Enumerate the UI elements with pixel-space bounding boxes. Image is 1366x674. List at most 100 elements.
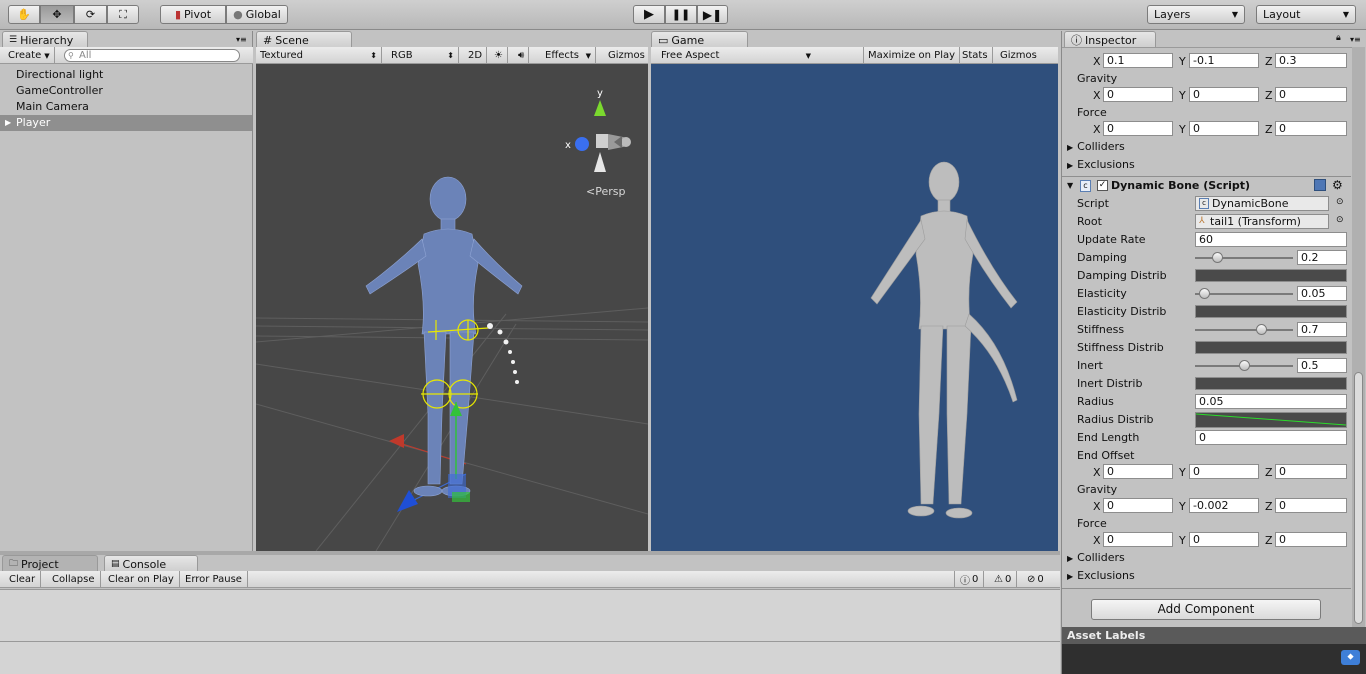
- script-field[interactable]: c DynamicBone: [1195, 196, 1329, 211]
- force-z-field[interactable]: 0: [1275, 532, 1347, 547]
- tab-hierarchy[interactable]: ☰ Hierarchy: [2, 31, 88, 47]
- render-mode-dropdown[interactable]: RGB ⬍: [387, 47, 459, 64]
- stiffness-distrib-curve[interactable]: [1195, 341, 1347, 354]
- clear-button[interactable]: Clear: [4, 571, 42, 587]
- end-offset-z-field[interactable]: 0: [1275, 464, 1347, 479]
- game-gizmos-dropdown[interactable]: Gizmos: [996, 47, 1041, 64]
- plane-handle[interactable]: [452, 492, 470, 502]
- top-end-offset-y-field[interactable]: -0.1: [1189, 53, 1259, 68]
- top-end-offset-x-field[interactable]: 0.1: [1103, 53, 1173, 68]
- persp-label[interactable]: <Persp: [586, 185, 625, 198]
- lighting-toggle[interactable]: ☀: [490, 47, 508, 64]
- object-picker-icon[interactable]: ⊙: [1336, 197, 1344, 207]
- slider-knob[interactable]: [1238, 360, 1250, 371]
- stiffness-field[interactable]: 0.7: [1297, 322, 1347, 337]
- tag-icon[interactable]: ⬥: [1341, 650, 1360, 665]
- maximize-on-play-toggle[interactable]: Maximize on Play: [863, 47, 961, 64]
- hierarchy-item-main-camera[interactable]: Main Camera: [0, 99, 252, 115]
- hierarchy-item-player[interactable]: ▶ Player: [0, 115, 252, 131]
- error-filter-toggle[interactable]: ⊘ 0: [1022, 571, 1049, 587]
- inspector-scrollbar[interactable]: [1352, 47, 1365, 643]
- scale-tool-button[interactable]: ⛶: [107, 5, 139, 24]
- tab-game[interactable]: ▭ Game: [651, 31, 748, 47]
- top-force-z-field[interactable]: 0: [1275, 121, 1347, 136]
- layout-dropdown[interactable]: Layout ▼: [1256, 5, 1356, 24]
- elasticity-field[interactable]: 0.05: [1297, 286, 1347, 301]
- info-filter-toggle[interactable]: ⓘ 0: [954, 571, 985, 587]
- radius-field[interactable]: 0.05: [1195, 394, 1347, 409]
- enabled-checkbox[interactable]: ✓: [1097, 180, 1108, 191]
- collapse-toggle[interactable]: Collapse: [47, 571, 101, 587]
- damping-field[interactable]: 0.2: [1297, 250, 1347, 265]
- console-log-area[interactable]: [0, 589, 1060, 641]
- inert-distrib-curve[interactable]: [1195, 377, 1347, 390]
- component-header[interactable]: ▼ c ✓ Dynamic Bone (Script) ⚙: [1062, 178, 1351, 196]
- end-offset-y-field[interactable]: 0: [1189, 464, 1259, 479]
- rotate-tool-button[interactable]: ⟳: [74, 5, 107, 24]
- help-icon[interactable]: [1314, 179, 1326, 191]
- global-toggle[interactable]: ● Global: [226, 5, 288, 24]
- elasticity-slider[interactable]: [1195, 285, 1293, 303]
- search-input[interactable]: ⚲ All: [64, 49, 240, 62]
- top-gravity-y-field[interactable]: 0: [1189, 87, 1259, 102]
- orientation-gizmo[interactable]: y x: [565, 88, 631, 172]
- radius-distrib-curve[interactable]: [1195, 412, 1347, 428]
- end-offset-x-field[interactable]: 0: [1103, 464, 1173, 479]
- top-force-y-field[interactable]: 0: [1189, 121, 1259, 136]
- top-gravity-z-field[interactable]: 0: [1275, 87, 1347, 102]
- slider-knob[interactable]: [1255, 324, 1267, 335]
- add-component-button[interactable]: Add Component: [1091, 599, 1321, 620]
- slider-knob[interactable]: [1212, 252, 1224, 263]
- pause-button[interactable]: ❚❚: [665, 5, 697, 24]
- aspect-dropdown[interactable]: Free Aspect ▼: [657, 47, 815, 64]
- lock-icon[interactable]: 🔒︎: [1336, 33, 1341, 43]
- damping-slider[interactable]: [1195, 249, 1293, 267]
- gravity-x-field[interactable]: 0: [1103, 498, 1173, 513]
- panel-menu-icon[interactable]: ▾≡: [236, 35, 247, 44]
- colliders-foldout[interactable]: ▶ Colliders: [1067, 550, 1125, 567]
- pivot-toggle[interactable]: ▮ Pivot: [160, 5, 226, 24]
- play-button[interactable]: ▶: [633, 5, 665, 24]
- end-length-field[interactable]: 0: [1195, 430, 1347, 445]
- top-end-offset-z-field[interactable]: 0.3: [1275, 53, 1347, 68]
- expand-arrow-icon[interactable]: ▶: [5, 115, 11, 131]
- tab-scene[interactable]: # Scene: [256, 31, 352, 47]
- update-rate-field[interactable]: 60: [1195, 232, 1347, 247]
- create-dropdown[interactable]: Create ▼: [4, 47, 55, 64]
- error-pause-toggle[interactable]: Error Pause: [180, 571, 248, 587]
- top-exclusions-foldout[interactable]: ▶ Exclusions: [1067, 157, 1135, 174]
- inert-slider[interactable]: [1195, 357, 1293, 375]
- gravity-y-field[interactable]: -0.002: [1189, 498, 1259, 513]
- scrollbar-thumb[interactable]: [1354, 372, 1363, 624]
- gear-icon[interactable]: ⚙: [1332, 178, 1343, 192]
- top-force-x-field[interactable]: 0: [1103, 121, 1173, 136]
- force-x-field[interactable]: 0: [1103, 532, 1173, 547]
- root-field[interactable]: ⅄ tail1 (Transform): [1195, 214, 1329, 229]
- layers-dropdown[interactable]: Layers ▼: [1147, 5, 1245, 24]
- collapse-arrow-icon[interactable]: ▼: [1067, 181, 1073, 190]
- audio-toggle[interactable]: 🔊︎: [514, 47, 530, 64]
- exclusions-foldout[interactable]: ▶ Exclusions: [1067, 568, 1135, 585]
- object-picker-icon[interactable]: ⊙: [1336, 215, 1344, 225]
- clear-on-play-toggle[interactable]: Clear on Play: [103, 571, 180, 587]
- warning-filter-toggle[interactable]: ⚠ 0: [989, 571, 1018, 587]
- top-colliders-foldout[interactable]: ▶ Colliders: [1067, 139, 1125, 156]
- effects-dropdown[interactable]: Effects ▼: [541, 47, 596, 64]
- gravity-z-field[interactable]: 0: [1275, 498, 1347, 513]
- scene-viewport[interactable]: y x <Persp: [256, 64, 648, 551]
- damping-distrib-curve[interactable]: [1195, 269, 1347, 282]
- inert-field[interactable]: 0.5: [1297, 358, 1347, 373]
- hierarchy-item-gamecontroller[interactable]: GameController: [0, 83, 252, 99]
- scene-gizmos-dropdown[interactable]: Gizmos: [604, 47, 649, 64]
- tab-console[interactable]: ▤ Console: [104, 555, 198, 571]
- stiffness-slider[interactable]: [1195, 321, 1293, 339]
- step-button[interactable]: ▶❚: [697, 5, 728, 24]
- force-y-field[interactable]: 0: [1189, 532, 1259, 547]
- tab-inspector[interactable]: ⓘ Inspector: [1064, 31, 1156, 47]
- 2d-toggle[interactable]: 2D: [464, 47, 488, 64]
- hierarchy-item-directional-light[interactable]: Directional light: [0, 67, 252, 83]
- tab-project[interactable]: 🗀︎ Project: [2, 555, 98, 571]
- stats-toggle[interactable]: Stats: [958, 47, 993, 64]
- panel-menu-icon[interactable]: ▾≡: [1350, 35, 1361, 44]
- top-gravity-x-field[interactable]: 0: [1103, 87, 1173, 102]
